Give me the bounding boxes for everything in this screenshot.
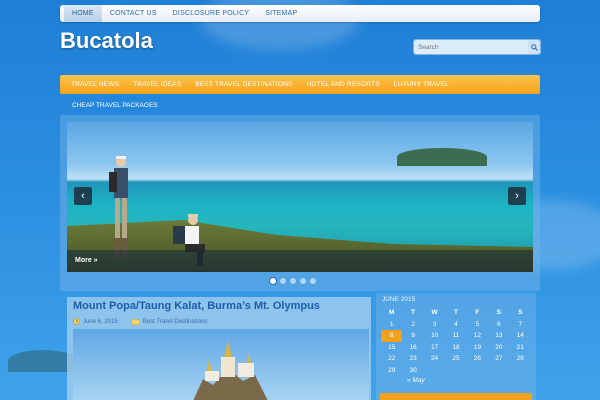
main-nav-second-row: CHEAP TRAVEL PACKAGES [60, 97, 540, 113]
calendar-day[interactable]: 29 [381, 365, 402, 377]
sidebar-widget-header [380, 393, 532, 400]
calendar-day[interactable]: 12 [467, 330, 488, 342]
slider-next-button[interactable]: › [508, 187, 526, 205]
post-category-link[interactable]: Best Travel Destinations [143, 319, 208, 325]
calendar-day[interactable]: 11 [445, 330, 466, 342]
calendar-day[interactable]: 26 [467, 353, 488, 365]
calendar-day[interactable]: 2 [402, 319, 423, 331]
search-icon [530, 43, 538, 51]
post-date-text: June 6, 2015 [83, 318, 118, 325]
calendar-day[interactable]: 8 [381, 330, 403, 342]
slider-dot[interactable] [270, 278, 276, 284]
calendar-day[interactable]: 10 [424, 330, 445, 342]
calendar-day[interactable]: 4 [445, 319, 466, 331]
calendar-day[interactable]: 1 [381, 319, 402, 331]
slider-pagination [60, 275, 526, 287]
calendar-day[interactable]: 3 [424, 319, 445, 331]
calendar-week: 8 9 10 11 12 13 14 [381, 330, 531, 342]
calendar-day[interactable]: 18 [445, 342, 466, 354]
temple-illustration [193, 341, 268, 400]
calendar-day[interactable]: 30 [402, 365, 423, 377]
calendar-table: MTWTFSS 1 2 3 4 5 6 7 8 9 10 11 12 13 14 15 16 17 18 19 20 2… [381, 307, 531, 376]
post-card: Mount Popa/Taung Kalat, Burma’s Mt. Olym… [67, 297, 371, 400]
calendar-weekday: T [453, 309, 458, 317]
post-category: Best Travel Destinations [131, 318, 208, 325]
calendar-day [488, 365, 509, 377]
top-nav-disclosure-policy[interactable]: DISCLOSURE POLICY [165, 5, 258, 22]
calendar-day[interactable]: 17 [424, 342, 445, 354]
island-shape [397, 148, 487, 166]
top-nav-sitemap[interactable]: SITEMAP [257, 5, 305, 22]
post-image[interactable] [73, 329, 369, 400]
top-nav-home[interactable]: HOME [64, 5, 102, 22]
calendar-week: 22 23 24 25 26 27 28 [381, 353, 531, 365]
calendar-day [445, 365, 466, 377]
main-nav-luxury-travel[interactable]: LUXURY TRAVEL [387, 81, 456, 88]
calendar-weekday: S [496, 309, 501, 317]
post-date: June 6, 2015 [73, 318, 118, 325]
slider-dot[interactable] [310, 278, 316, 284]
featured-slider: ‹ › More » [60, 115, 540, 291]
calendar-day[interactable]: 27 [488, 353, 509, 365]
slide-more-link[interactable]: More » [75, 257, 98, 264]
post-title[interactable]: Mount Popa/Taung Kalat, Burma’s Mt. Olym… [73, 300, 320, 312]
slider-dot[interactable] [280, 278, 286, 284]
folder-icon [131, 318, 140, 325]
main-nav-hotel-and-resorts[interactable]: HOTEL AND RESORTS [300, 81, 387, 88]
calendar-day[interactable]: 20 [488, 342, 509, 354]
calendar-weekday: S [518, 309, 523, 317]
clock-icon [73, 318, 80, 325]
chevron-right-icon: › [515, 190, 519, 202]
calendar-day[interactable]: 25 [445, 353, 466, 365]
calendar-day[interactable]: 22 [381, 353, 402, 365]
calendar-day[interactable]: 24 [424, 353, 445, 365]
calendar-day[interactable]: 15 [381, 342, 402, 354]
calendar-day [510, 365, 531, 377]
hiker-figure [109, 156, 128, 258]
search-box [414, 40, 540, 54]
slider-dot[interactable] [290, 278, 296, 284]
main-nav-cheap-travel-packages[interactable]: CHEAP TRAVEL PACKAGES [64, 102, 166, 109]
main-nav: TRAVEL NEWS TRAVEL IDEAS BEST TRAVEL DES… [60, 75, 540, 94]
calendar-weekday: F [475, 309, 480, 317]
calendar-day[interactable]: 14 [510, 330, 531, 342]
top-nav-contact-us[interactable]: CONTACT US [102, 5, 165, 22]
calendar-day[interactable]: 19 [467, 342, 488, 354]
post-meta: June 6, 2015 Best Travel Destinations [73, 318, 207, 325]
main-nav-best-travel-destinations[interactable]: BEST TRAVEL DESTINATIONS [188, 81, 299, 88]
calendar-week: 15 16 17 18 19 20 21 [381, 342, 531, 354]
slide-image[interactable]: ‹ › More » [67, 122, 533, 272]
top-nav: HOME CONTACT US DISCLOSURE POLICY SITEMA… [60, 5, 540, 22]
calendar-day[interactable]: 23 [402, 353, 423, 365]
calendar-day[interactable]: 16 [402, 342, 423, 354]
site-title[interactable]: Bucatola [60, 28, 153, 54]
calendar-weekday: T [411, 309, 416, 317]
slider-dot[interactable] [300, 278, 306, 284]
chevron-left-icon: ‹ [81, 190, 85, 202]
calendar-day[interactable]: 7 [510, 319, 531, 331]
calendar-prev-month-link[interactable]: « May [407, 377, 425, 384]
calendar-day[interactable]: 28 [510, 353, 531, 365]
calendar-day [467, 365, 488, 377]
calendar-day[interactable]: 9 [402, 330, 423, 342]
calendar-week: 1234567 [381, 319, 531, 331]
slide-caption-bar: More » [67, 250, 533, 272]
calendar-widget: JUNE 2015 MTWTFSS 1 2 3 4 5 6 7 8 9 10 11 12 13 14 15 1… [376, 293, 536, 400]
main-nav-travel-ideas[interactable]: TRAVEL IDEAS [126, 81, 188, 88]
calendar-day[interactable]: 6 [488, 319, 509, 331]
calendar-day[interactable]: 13 [488, 330, 509, 342]
calendar-weekday: W [431, 309, 438, 317]
calendar-week: 29 30 [381, 365, 531, 377]
calendar-day[interactable]: 21 [510, 342, 531, 354]
search-input[interactable] [414, 40, 528, 54]
calendar-caption: JUNE 2015 [382, 296, 416, 303]
calendar-day [424, 365, 445, 377]
calendar-weekday: M [389, 309, 395, 317]
calendar-day[interactable]: 5 [467, 319, 488, 331]
slider-prev-button[interactable]: ‹ [74, 187, 92, 205]
search-button[interactable] [528, 40, 540, 54]
main-nav-travel-news[interactable]: TRAVEL NEWS [64, 81, 126, 88]
